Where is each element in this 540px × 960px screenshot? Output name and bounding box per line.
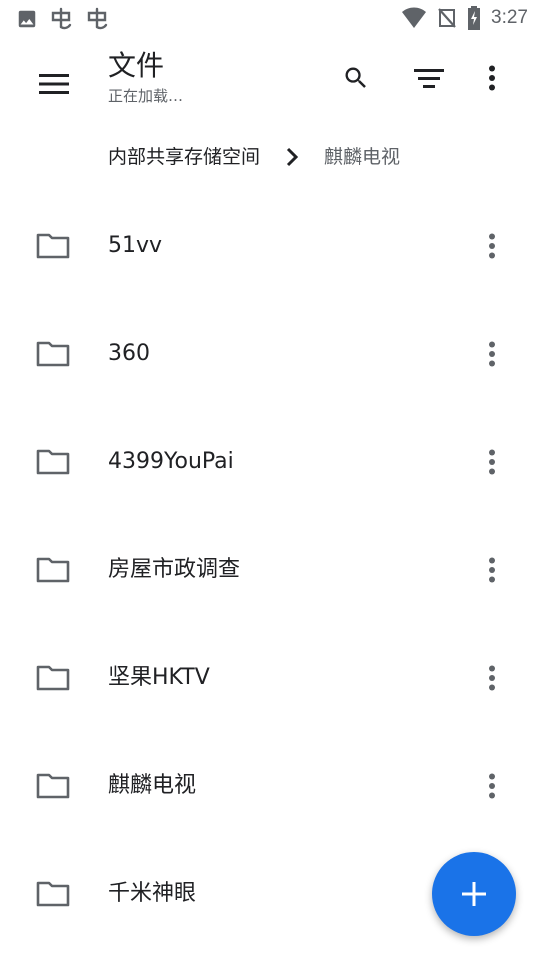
folder-icon bbox=[36, 557, 70, 583]
status-bar-left bbox=[16, 6, 110, 32]
sort-button[interactable] bbox=[407, 56, 451, 100]
item-more-button[interactable] bbox=[474, 334, 510, 374]
list-item[interactable]: 坚果HKTV bbox=[0, 624, 540, 732]
title-block: 文件 正在加载… bbox=[108, 48, 183, 106]
folder-icon bbox=[36, 665, 70, 691]
status-time: 3:27 bbox=[491, 7, 528, 28]
add-fab-button[interactable] bbox=[432, 852, 516, 936]
search-icon bbox=[345, 67, 366, 88]
folder-icon bbox=[36, 449, 70, 475]
menu-icon bbox=[39, 74, 69, 94]
sort-icon bbox=[414, 69, 444, 88]
more-vert-icon bbox=[489, 341, 495, 367]
item-name: 360 bbox=[108, 341, 150, 366]
status-bar: 3:27 bbox=[0, 0, 540, 36]
item-more-button[interactable] bbox=[474, 550, 510, 590]
item-name: 坚果HKTV bbox=[108, 665, 210, 690]
item-more-button[interactable] bbox=[474, 766, 510, 806]
item-name: 千米神眼 bbox=[108, 881, 197, 906]
more-vert-icon bbox=[489, 665, 495, 691]
item-name: 4399YouPai bbox=[108, 449, 234, 474]
search-button[interactable] bbox=[334, 56, 378, 100]
item-name: 麒麟电视 bbox=[108, 773, 197, 798]
item-more-button[interactable] bbox=[474, 442, 510, 482]
item-name: 房屋市政调查 bbox=[108, 557, 241, 582]
list-item[interactable]: 360 bbox=[0, 300, 540, 408]
wifi-icon bbox=[401, 7, 427, 29]
no-signal-icon bbox=[437, 7, 457, 29]
item-more-button[interactable] bbox=[474, 226, 510, 266]
chevron-right-icon bbox=[268, 140, 316, 174]
list-item[interactable]: 麒麟电视 bbox=[0, 732, 540, 840]
folder-icon bbox=[36, 773, 70, 799]
item-name: 51vv bbox=[108, 233, 163, 258]
more-vert-icon bbox=[489, 773, 495, 799]
loading-subtitle: 正在加载… bbox=[108, 87, 184, 105]
list-item[interactable]: 4399YouPai bbox=[0, 408, 540, 516]
image-icon bbox=[16, 8, 38, 30]
app-bar: 文件 正在加载… bbox=[0, 36, 540, 120]
battery-charging-icon bbox=[467, 6, 481, 30]
app-icon bbox=[84, 6, 110, 32]
add-icon bbox=[462, 882, 486, 906]
breadcrumb: 内部共享存储空间 麒麟电视 bbox=[108, 140, 400, 174]
more-vert-icon bbox=[489, 557, 495, 583]
breadcrumb-root[interactable]: 内部共享存储空间 bbox=[108, 140, 260, 174]
folder-icon bbox=[36, 881, 70, 907]
status-bar-right: 3:27 bbox=[401, 6, 528, 30]
list-item[interactable]: 51vv bbox=[0, 192, 540, 300]
breadcrumb-current[interactable]: 麒麟电视 bbox=[324, 140, 400, 174]
more-vert-icon bbox=[489, 65, 495, 91]
page-title: 文件 bbox=[108, 49, 165, 82]
file-list: 51vv 360 4399YouPai 房屋市政调查 坚果HKTV 麒麟电视 千… bbox=[0, 192, 540, 948]
overflow-menu-button[interactable] bbox=[470, 56, 514, 100]
menu-button[interactable] bbox=[30, 60, 78, 108]
app-icon bbox=[48, 6, 74, 32]
more-vert-icon bbox=[489, 233, 495, 259]
list-item[interactable]: 房屋市政调查 bbox=[0, 516, 540, 624]
folder-icon bbox=[36, 341, 70, 367]
more-vert-icon bbox=[489, 449, 495, 475]
item-more-button[interactable] bbox=[474, 658, 510, 698]
folder-icon bbox=[36, 233, 70, 259]
